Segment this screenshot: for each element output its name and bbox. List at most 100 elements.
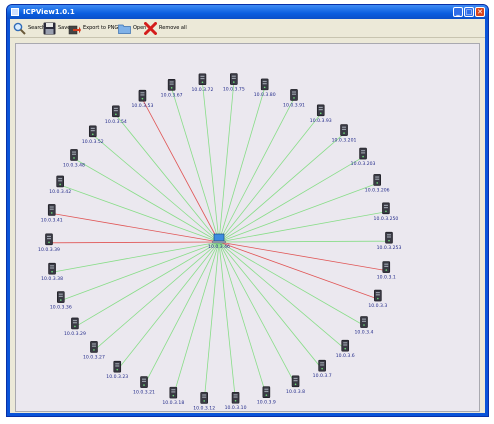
device-node-10-0-3-8[interactable]: 10.0.3.8 — [286, 375, 305, 395]
server-tower-icon — [140, 376, 148, 388]
export-png-button[interactable]: Export to PNG — [68, 21, 118, 35]
device-node-10-0-3-10[interactable]: 10.0.3.10 — [225, 391, 247, 411]
device-label: 10.0.3.10 — [225, 405, 247, 411]
server-tower-icon — [382, 202, 390, 215]
link-line-10-0-3-54 — [115, 114, 220, 243]
device-node-10-0-3-75[interactable]: 10.0.3.75 — [223, 73, 245, 93]
app-window: ICPView1.0.1 _ □ ✕ Search Save Export to… — [6, 4, 489, 417]
device-node-10-0-3-9[interactable]: 10.0.3.9 — [257, 386, 276, 406]
device-label: 10.0.3.52 — [82, 139, 104, 145]
device-label: 10.0.3.80 — [254, 92, 276, 98]
red-x-icon — [144, 21, 157, 35]
server-tower-icon — [90, 341, 98, 353]
device-label: 10.0.3.53 — [131, 103, 153, 109]
device-node-10-0-3-203[interactable]: 10.0.3.203 — [351, 147, 376, 167]
device-label: 10.0.3.23 — [106, 374, 128, 380]
server-tower-icon — [359, 147, 367, 160]
device-node-10-0-3-52[interactable]: 10.0.3.52 — [82, 125, 104, 145]
minimize-button[interactable]: _ — [453, 7, 463, 17]
device-label: 10.0.3.201 — [332, 138, 357, 144]
device-label: 10.0.3.12 — [193, 405, 215, 411]
server-tower-icon — [373, 174, 382, 186]
device-node-10-0-3-36[interactable]: 10.0.3.36 — [50, 291, 72, 311]
device-node-10-0-3-3[interactable]: 10.0.3.3 — [368, 289, 387, 309]
server-tower-icon — [340, 124, 348, 136]
device-node-10-0-3-72[interactable]: 10.0.3.72 — [191, 73, 213, 93]
device-node-10-0-3-206[interactable]: 10.0.3.206 — [365, 174, 390, 193]
device-node-10-0-3-39[interactable]: 10.0.3.39 — [38, 233, 60, 253]
device-node-10-0-3-93[interactable]: 10.0.3.93 — [310, 104, 332, 124]
server-tower-icon — [291, 375, 300, 388]
close-button[interactable]: ✕ — [475, 7, 485, 17]
title-bar[interactable]: ICPView1.0.1 _ □ ✕ — [7, 5, 488, 19]
device-node-10-0-3-48[interactable]: 10.0.3.48 — [63, 149, 85, 168]
device-node-10-0-3-80[interactable]: 10.0.3.80 — [254, 78, 276, 98]
device-label: 10.0.3.42 — [49, 189, 71, 195]
device-node-10-0-3-42[interactable]: 10.0.3.42 — [49, 175, 71, 195]
server-tower-icon — [56, 175, 64, 188]
device-node-10-0-3-4[interactable]: 10.0.3.4 — [354, 316, 374, 336]
device-label: 10.0.3.253 — [377, 245, 402, 251]
device-node-10-0-3-38[interactable]: 10.0.3.38 — [41, 262, 63, 282]
link-line-10-0-3-10 — [218, 241, 236, 402]
link-line-10-0-3-6 — [218, 241, 346, 350]
remove-all-button[interactable]: Remove all — [144, 21, 187, 35]
device-node-10-0-3-29[interactable]: 10.0.3.29 — [64, 317, 86, 337]
link-line-10-0-3-8 — [218, 241, 296, 386]
server-tower-icon — [167, 79, 176, 91]
device-label: 10.0.3.203 — [351, 161, 376, 167]
device-node-10-0-3-54[interactable]: 10.0.3.54 — [105, 105, 127, 125]
device-node-10-0-3-91[interactable]: 10.0.3.91 — [283, 89, 305, 108]
device-node-10-0-3-53[interactable]: 10.0.3.53 — [131, 89, 153, 109]
server-tower-icon — [262, 386, 271, 398]
floppy-disk-icon — [43, 22, 56, 35]
server-tower-icon — [88, 125, 97, 138]
search-button[interactable]: Search — [13, 21, 45, 35]
server-tower-icon — [260, 78, 269, 91]
device-label: 10.0.3.7 — [313, 373, 332, 379]
topology-canvas[interactable]: 10.0.3.75 10.0.3.80 10.0.3.91 10.0.3.93 10.0… — [15, 43, 480, 412]
server-tower-icon — [382, 261, 391, 273]
device-label: 10.0.3.36 — [50, 305, 72, 311]
link-line-10-0-3-53 — [142, 98, 220, 243]
open-button[interactable]: Open — [118, 21, 146, 35]
server-tower-icon — [318, 359, 326, 372]
device-label: 10.0.3.72 — [191, 87, 213, 93]
device-node-10-0-3-250[interactable]: 10.0.3.250 — [374, 202, 399, 222]
device-node-10-0-3-1[interactable]: 10.0.3.1 — [377, 261, 396, 281]
magnifier-icon — [13, 22, 26, 35]
device-node-10-0-3-7[interactable]: 10.0.3.7 — [313, 359, 332, 379]
server-tower-icon — [385, 231, 393, 244]
server-tower-icon — [45, 233, 53, 246]
laptop-icon — [212, 233, 226, 244]
device-node-10-0-3-41[interactable]: 10.0.3.41 — [41, 204, 63, 223]
server-tower-icon — [290, 89, 298, 101]
maximize-button[interactable]: □ — [464, 7, 474, 17]
device-node-10-0-3-27[interactable]: 10.0.3.27 — [83, 341, 105, 360]
server-tower-icon — [113, 360, 122, 373]
device-node-10-0-3-18[interactable]: 10.0.3.18 — [162, 386, 184, 406]
device-node-10-0-3-201[interactable]: 10.0.3.201 — [332, 124, 357, 144]
device-node-10-0-3-253[interactable]: 10.0.3.253 — [377, 231, 402, 251]
topology-graph[interactable]: 10.0.3.75 10.0.3.80 10.0.3.91 10.0.3.93 10.0… — [16, 44, 479, 411]
device-node-10-0-3-12[interactable]: 10.0.3.12 — [193, 392, 215, 411]
server-tower-icon — [231, 391, 240, 404]
device-label: 10.0.3.29 — [64, 331, 86, 337]
device-label: 10.0.3.21 — [133, 390, 155, 396]
link-line-10-0-3-72 — [202, 82, 220, 243]
link-line-10-0-3-39 — [49, 241, 220, 244]
toolbar: Search Save Export to PNG Open Remove al… — [10, 19, 485, 38]
device-label: 10.0.3.4 — [354, 330, 373, 336]
device-label: 10.0.3.206 — [365, 187, 390, 193]
device-label: 10.0.3.9 — [257, 400, 276, 406]
server-tower-icon — [341, 339, 350, 352]
device-node-10-0-3-67[interactable]: 10.0.3.67 — [161, 79, 183, 98]
link-line-10-0-3-42 — [60, 184, 220, 243]
remove-all-label: Remove all — [159, 25, 187, 31]
link-line-10-0-3-7 — [218, 241, 323, 370]
link-line-10-0-3-201 — [218, 133, 345, 243]
save-button[interactable]: Save — [43, 21, 70, 35]
device-node-10-0-3-23[interactable]: 10.0.3.23 — [106, 360, 128, 380]
device-label: 10.0.3.8 — [286, 389, 305, 395]
device-node-10-0-3-21[interactable]: 10.0.3.21 — [133, 376, 155, 396]
